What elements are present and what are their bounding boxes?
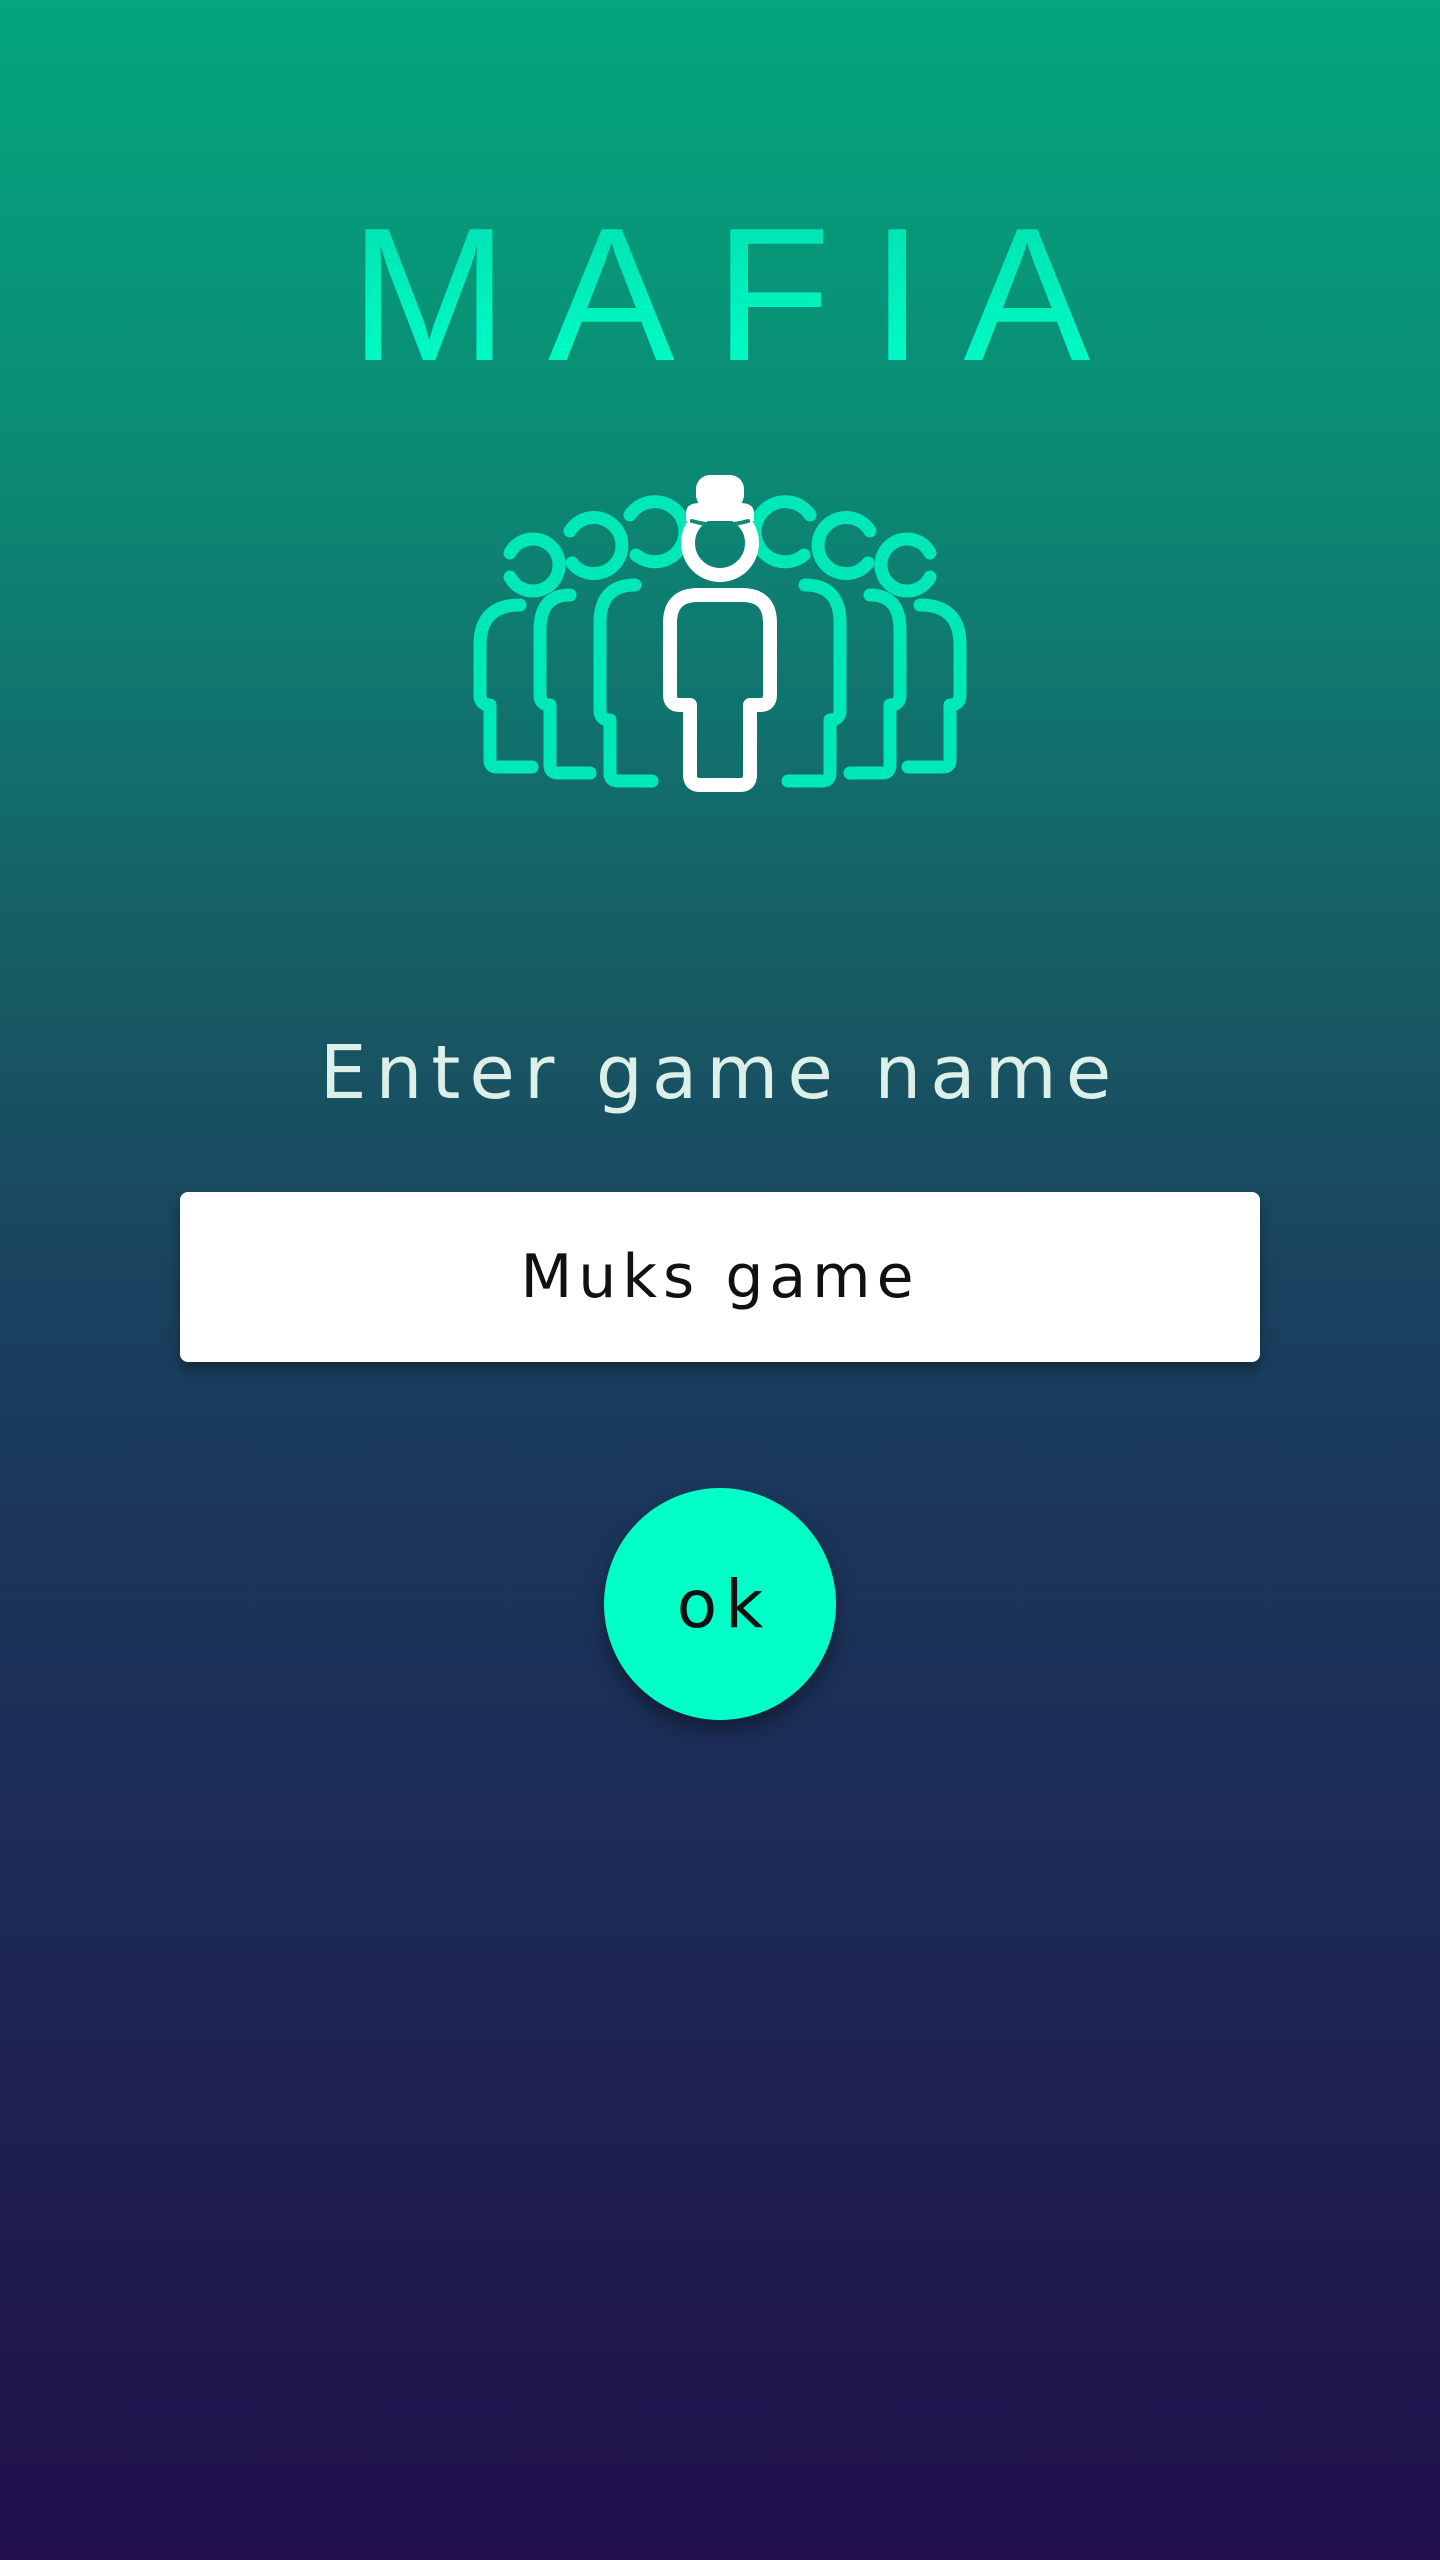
ok-button-label: ok bbox=[676, 1565, 772, 1643]
ok-button[interactable]: ok bbox=[604, 1488, 836, 1720]
mafia-crowd-icon bbox=[460, 455, 980, 805]
game-name-prompt: Enter game name bbox=[319, 1030, 1121, 1116]
game-name-value: Muks game bbox=[520, 1242, 920, 1312]
app-title: MAFIA bbox=[0, 200, 1440, 390]
game-name-input[interactable]: Muks game bbox=[180, 1192, 1260, 1362]
